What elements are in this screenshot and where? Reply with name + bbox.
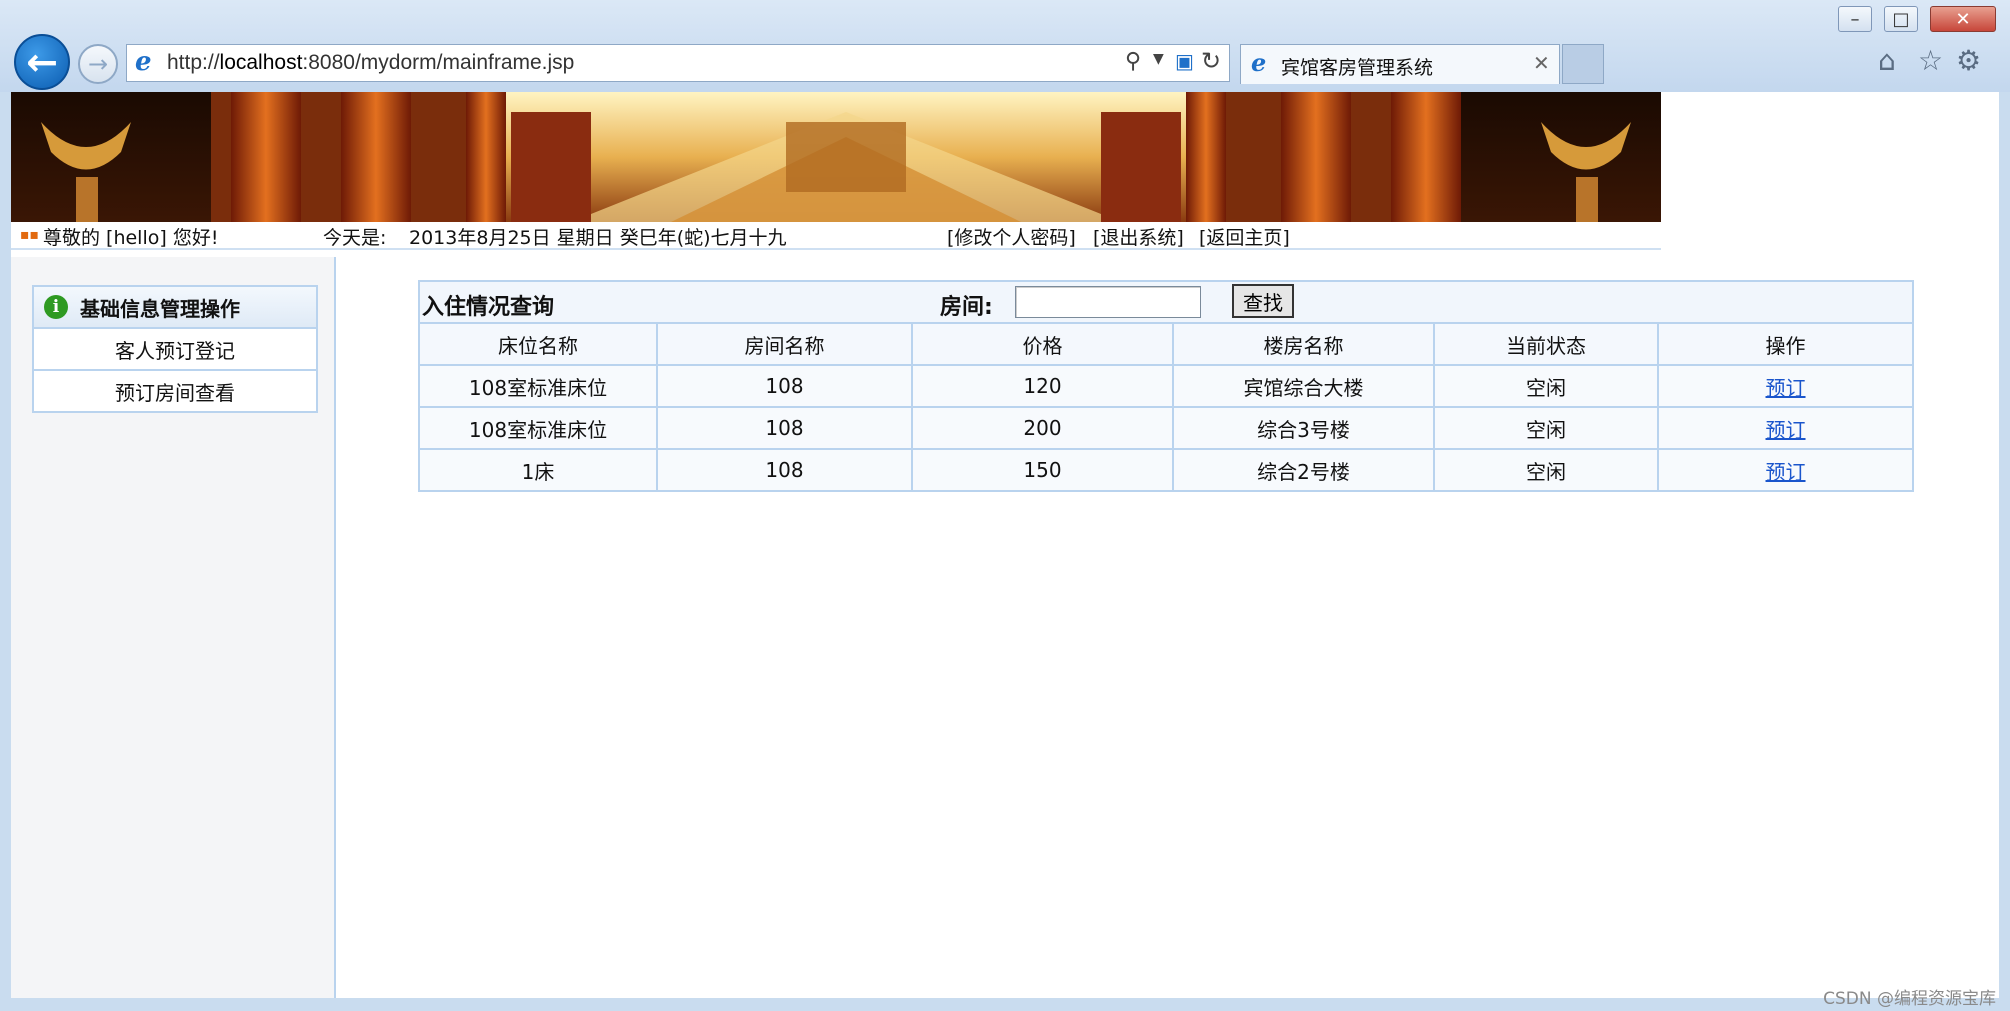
cell-price: 120 bbox=[911, 364, 1174, 408]
cell-bed-name: 108室标准床位 bbox=[418, 406, 658, 450]
occupancy-table: 入住情况查询 房间: 查找 床位名称 房间名称 价格 楼房名称 当前状态 操作 … bbox=[417, 280, 1915, 492]
cell-status: 空闲 bbox=[1433, 364, 1659, 408]
ie-logo-icon: e bbox=[135, 47, 152, 77]
sidebar: i 基础信息管理操作 客人预订登记 预订房间查看 bbox=[11, 257, 336, 998]
query-toolbar: 入住情况查询 房间: 查找 bbox=[417, 280, 1915, 324]
forward-button[interactable]: → bbox=[78, 44, 118, 84]
book-link[interactable]: 预订 bbox=[1766, 418, 1806, 442]
url-rest: :8080/mydorm/mainframe.jsp bbox=[302, 51, 575, 74]
room-search-input[interactable] bbox=[1015, 286, 1201, 318]
column-header-bed-name: 床位名称 bbox=[418, 322, 658, 366]
change-password-link[interactable]: [修改个人密码] bbox=[947, 223, 1076, 250]
arrow-right-icon: → bbox=[87, 50, 109, 78]
page-viewport: ▪▪ 尊敬的 [hello] 您好! 今天是: 2013年8月25日 星期日 癸… bbox=[11, 92, 1999, 998]
sidebar-item-guest-booking[interactable]: 客人预订登记 bbox=[34, 329, 316, 371]
cell-bed-name: 108室标准床位 bbox=[418, 364, 658, 408]
url-host: localhost bbox=[219, 51, 303, 74]
gear-icon[interactable]: ⚙ bbox=[1956, 44, 1981, 77]
greeting-text: 尊敬的 [hello] 您好! bbox=[43, 227, 219, 249]
dropdown-arrow-icon[interactable]: ▼ bbox=[1153, 51, 1164, 67]
table-row: 108室标准床位 108 120 宾馆综合大楼 空闲 预订 bbox=[418, 364, 1915, 408]
query-title: 入住情况查询 bbox=[422, 295, 555, 320]
query-toolbar-row: 入住情况查询 房间: 查找 bbox=[417, 280, 1915, 324]
address-bar[interactable]: e http://localhost:8080/mydorm/mainframe… bbox=[126, 44, 1230, 82]
main-content: 入住情况查询 房间: 查找 床位名称 房间名称 价格 楼房名称 当前状态 操作 … bbox=[417, 280, 1915, 492]
cell-price: 150 bbox=[911, 448, 1174, 492]
info-icon: i bbox=[44, 295, 68, 319]
cell-status: 空闲 bbox=[1433, 448, 1659, 492]
bullet-icon: ▪▪ bbox=[20, 227, 39, 243]
table-row: 108室标准床位 108 200 综合3号楼 空闲 预订 bbox=[418, 406, 1915, 450]
cell-action: 预订 bbox=[1656, 448, 1915, 492]
date-label: 今天是: bbox=[323, 227, 387, 249]
home-icon[interactable]: ⌂ bbox=[1878, 44, 1896, 77]
compat-view-icon[interactable]: ▣ bbox=[1175, 49, 1194, 73]
close-tab-icon[interactable]: ✕ bbox=[1533, 51, 1550, 75]
cell-room-name: 108 bbox=[656, 448, 913, 492]
book-link[interactable]: 预订 bbox=[1766, 460, 1806, 484]
arrow-left-icon: ← bbox=[26, 40, 58, 84]
cell-room-name: 108 bbox=[656, 364, 913, 408]
close-window-button[interactable]: ✕ bbox=[1930, 6, 1996, 32]
home-link[interactable]: [返回主页] bbox=[1199, 223, 1290, 250]
maximize-button[interactable]: □ bbox=[1884, 6, 1918, 32]
cell-room-name: 108 bbox=[656, 406, 913, 450]
url-text[interactable]: http://localhost:8080/mydorm/mainframe.j… bbox=[167, 51, 574, 75]
sidebar-menu-heading: i 基础信息管理操作 bbox=[34, 287, 316, 329]
sidebar-item-view-bookings[interactable]: 预订房间查看 bbox=[34, 371, 316, 411]
sidebar-menu: i 基础信息管理操作 客人预订登记 预订房间查看 bbox=[32, 285, 318, 413]
cell-action: 预订 bbox=[1656, 364, 1915, 408]
watermark-text: CSDN @编程资源宝库 bbox=[1823, 989, 1996, 1009]
table-row: 1床 108 150 综合2号楼 空闲 预订 bbox=[418, 448, 1915, 492]
column-header-building: 楼房名称 bbox=[1172, 322, 1435, 366]
sidebar-heading-text: 基础信息管理操作 bbox=[80, 296, 240, 321]
cell-building: 综合2号楼 bbox=[1172, 448, 1435, 492]
cell-price: 200 bbox=[911, 406, 1174, 450]
browser-tab[interactable]: e 宾馆客房管理系统 ✕ bbox=[1240, 44, 1560, 84]
search-button[interactable]: 查找 bbox=[1232, 284, 1294, 318]
table-header-row: 床位名称 房间名称 价格 楼房名称 当前状态 操作 bbox=[418, 322, 1915, 366]
ie-logo-icon: e bbox=[1251, 48, 1267, 77]
cell-building: 宾馆综合大楼 bbox=[1172, 364, 1435, 408]
favorites-star-icon[interactable]: ☆ bbox=[1918, 44, 1943, 77]
column-header-status: 当前状态 bbox=[1433, 322, 1659, 366]
logout-link[interactable]: [退出系统] bbox=[1093, 223, 1184, 250]
info-bar: ▪▪ 尊敬的 [hello] 您好! 今天是: 2013年8月25日 星期日 癸… bbox=[11, 222, 1661, 250]
new-tab-button[interactable] bbox=[1562, 44, 1604, 84]
cell-action: 预订 bbox=[1656, 406, 1915, 450]
tab-title: 宾馆客房管理系统 bbox=[1281, 57, 1434, 79]
minimize-button[interactable]: – bbox=[1838, 6, 1872, 32]
cell-building: 综合3号楼 bbox=[1172, 406, 1435, 450]
column-header-room-name: 房间名称 bbox=[656, 322, 913, 366]
refresh-icon[interactable]: ↻ bbox=[1201, 47, 1221, 75]
room-label: 房间: bbox=[940, 295, 993, 320]
search-icon[interactable]: ⚲ bbox=[1125, 49, 1141, 74]
column-header-action: 操作 bbox=[1656, 322, 1915, 366]
hotel-banner-image bbox=[11, 92, 1661, 222]
cell-status: 空闲 bbox=[1433, 406, 1659, 450]
back-button[interactable]: ← bbox=[14, 34, 70, 90]
column-header-price: 价格 bbox=[911, 322, 1174, 366]
date-value: 2013年8月25日 星期日 癸巳年(蛇)七月十九 bbox=[409, 227, 787, 249]
cell-bed-name: 1床 bbox=[418, 448, 658, 492]
browser-chrome: – □ ✕ ← → e http://localhost:8080/mydorm… bbox=[0, 0, 2010, 92]
book-link[interactable]: 预订 bbox=[1766, 376, 1806, 400]
url-prefix: http:// bbox=[167, 51, 220, 74]
